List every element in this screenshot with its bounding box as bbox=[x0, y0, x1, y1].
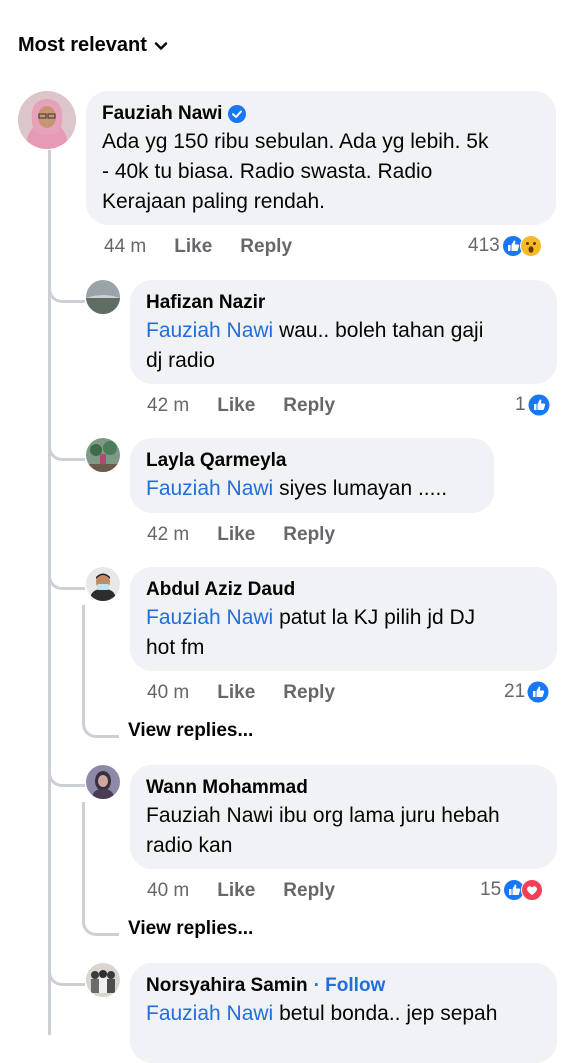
thread-branch bbox=[82, 895, 119, 936]
follow-button[interactable]: · Follow bbox=[314, 973, 386, 999]
thread-branch bbox=[82, 697, 119, 738]
commenter-name[interactable]: Fauziah Nawi bbox=[102, 101, 222, 127]
avatar[interactable] bbox=[86, 963, 120, 997]
comment-bubble: Abdul Aziz Daud Fauziah Nawi patut la KJ… bbox=[130, 567, 557, 671]
comment-actions: 42 m Like Reply bbox=[147, 524, 335, 546]
reaction-count: 1 bbox=[515, 394, 526, 415]
like-button[interactable]: Like bbox=[174, 236, 212, 258]
like-button[interactable]: Like bbox=[217, 395, 255, 417]
thread-branch bbox=[48, 965, 85, 986]
mention-link[interactable]: Fauziah Nawi bbox=[146, 606, 273, 629]
reply-thread-line bbox=[82, 605, 85, 697]
like-reaction-icon bbox=[528, 394, 550, 416]
reply-button[interactable]: Reply bbox=[283, 880, 335, 902]
mention-link[interactable]: Fauziah Nawi bbox=[146, 1002, 273, 1025]
reaction-count: 15 bbox=[480, 879, 502, 900]
like-button[interactable]: Like bbox=[217, 524, 255, 546]
comment-text: Fauziah Nawi siyes lumayan ..... bbox=[146, 477, 448, 500]
like-button[interactable]: Like bbox=[217, 880, 255, 902]
thread-branch bbox=[48, 282, 85, 303]
avatar[interactable] bbox=[86, 567, 120, 601]
comment-bubble: Hafizan Nazir Fauziah Nawi wau.. boleh t… bbox=[130, 280, 557, 384]
wow-reaction-icon bbox=[519, 235, 542, 257]
comment-actions: 40 m Like Reply bbox=[147, 880, 335, 902]
commenter-name[interactable]: Norsyahira Samin bbox=[146, 973, 308, 999]
verified-badge-icon bbox=[228, 105, 247, 123]
comment-time[interactable]: 42 m bbox=[147, 524, 189, 546]
comment-actions: 42 m Like Reply bbox=[147, 395, 335, 417]
comment-text: Fauziah Nawi patut la KJ pilih jd DJ hot… bbox=[146, 606, 476, 659]
like-reaction-icon bbox=[527, 681, 549, 703]
commenter-name[interactable]: Abdul Aziz Daud bbox=[146, 577, 295, 603]
like-button[interactable]: Like bbox=[217, 682, 255, 704]
mention-link[interactable]: Fauziah Nawi bbox=[146, 319, 273, 342]
commenter-name[interactable]: Wann Mohammad bbox=[146, 775, 308, 801]
commenter-name[interactable]: Layla Qarmeyla bbox=[146, 448, 286, 474]
comment-actions: 44 m Like Reply bbox=[104, 236, 292, 258]
comment-bubble: Wann Mohammad Fauziah Nawi ibu org lama … bbox=[130, 765, 557, 869]
reply-button[interactable]: Reply bbox=[283, 524, 335, 546]
reply-button[interactable]: Reply bbox=[283, 682, 335, 704]
commenter-name[interactable]: Hafizan Nazir bbox=[146, 290, 265, 316]
comment-text: Fauziah Nawi ibu org lama juru hebah rad… bbox=[146, 804, 500, 857]
reaction-summary[interactable]: 15 bbox=[480, 879, 544, 901]
avatar[interactable] bbox=[86, 765, 120, 799]
chevron-down-icon bbox=[154, 41, 168, 50]
comment-bubble: Layla Qarmeyla Fauziah Nawi siyes lumaya… bbox=[130, 438, 494, 513]
thread-branch bbox=[48, 440, 85, 461]
reaction-count: 21 bbox=[504, 681, 526, 702]
reaction-summary[interactable]: 21 bbox=[504, 681, 549, 703]
comment-actions: 40 m Like Reply bbox=[147, 682, 335, 704]
reaction-count: 413 bbox=[468, 235, 500, 256]
love-reaction-icon bbox=[521, 879, 544, 901]
thread-branch bbox=[48, 569, 85, 590]
view-replies-link[interactable]: View replies... bbox=[128, 720, 253, 742]
reply-button[interactable]: Reply bbox=[240, 236, 292, 258]
sort-dropdown[interactable]: Most relevant bbox=[18, 34, 169, 57]
avatar[interactable] bbox=[86, 438, 120, 472]
sort-label: Most relevant bbox=[18, 34, 147, 56]
comment-bubble: Fauziah Nawi Ada yg 150 ribu sebulan. Ad… bbox=[86, 91, 556, 225]
comment-time[interactable]: 42 m bbox=[147, 395, 189, 417]
comment-bubble: Norsyahira Samin · Follow Fauziah Nawi b… bbox=[130, 963, 557, 1063]
avatar[interactable] bbox=[86, 280, 120, 314]
avatar[interactable] bbox=[18, 91, 76, 149]
reply-thread-line bbox=[82, 802, 85, 895]
comment-time[interactable]: 44 m bbox=[104, 236, 146, 258]
comment-text: Fauziah Nawi wau.. boleh tahan gaji dj r… bbox=[146, 319, 484, 372]
comment-text: Fauziah Nawi betul bonda.. jep sepah bbox=[146, 1002, 498, 1025]
reaction-summary[interactable]: 1 bbox=[515, 394, 550, 416]
view-replies-link[interactable]: View replies... bbox=[128, 918, 253, 940]
reaction-summary[interactable]: 413 bbox=[468, 235, 542, 257]
thread-branch bbox=[48, 766, 85, 787]
comment-text: Ada yg 150 ribu sebulan. Ada yg lebih. 5… bbox=[102, 130, 489, 213]
comment-time[interactable]: 40 m bbox=[147, 880, 189, 902]
reply-button[interactable]: Reply bbox=[283, 395, 335, 417]
mention-link[interactable]: Fauziah Nawi bbox=[146, 477, 273, 500]
comment-time[interactable]: 40 m bbox=[147, 682, 189, 704]
